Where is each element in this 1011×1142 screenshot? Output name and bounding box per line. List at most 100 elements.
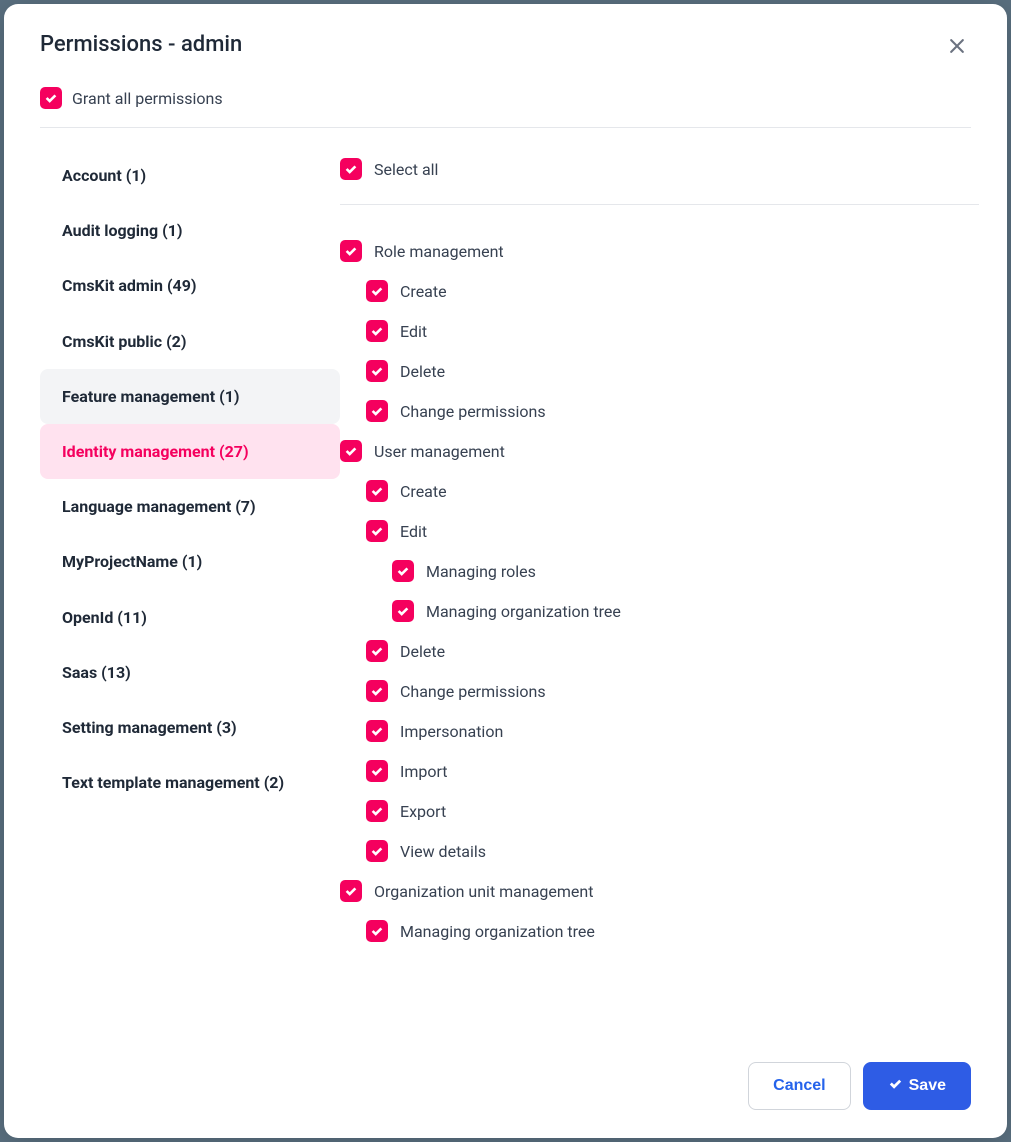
permission-label: Import xyxy=(400,762,448,781)
permission-label: Edit xyxy=(400,322,427,341)
check-icon xyxy=(888,1076,903,1096)
sidebar-item-label: Audit logging (1) xyxy=(62,221,183,240)
sidebar-item-label: MyProjectName (1) xyxy=(62,552,202,571)
permission-checkbox[interactable] xyxy=(366,480,388,502)
permission-checkbox[interactable] xyxy=(366,840,388,862)
sidebar-item-label: Text template management (2) xyxy=(62,773,284,792)
permission-row: Import xyxy=(366,751,979,791)
permission-row: Role management xyxy=(340,231,979,271)
permission-label: Delete xyxy=(400,642,445,661)
modal-title: Permissions - admin xyxy=(40,32,242,57)
permissions-content[interactable]: Select all Role management Create Edit Dele… xyxy=(340,148,979,948)
close-icon xyxy=(947,36,967,59)
permission-row: Delete xyxy=(366,631,979,671)
save-button-label: Save xyxy=(909,1077,946,1095)
permissions-sidebar: Account (1) Audit logging (1) CmsKit adm… xyxy=(40,148,340,1038)
permission-checkbox[interactable] xyxy=(366,760,388,782)
permission-label: User management xyxy=(374,442,505,461)
sidebar-item-audit-logging[interactable]: Audit logging (1) xyxy=(40,203,340,258)
permission-row: Change permissions xyxy=(366,391,979,431)
permission-row: Organization unit management xyxy=(340,871,979,911)
grant-all-row: Grant all permissions xyxy=(4,63,1007,127)
permission-checkbox[interactable] xyxy=(366,920,388,942)
sidebar-item-label: CmsKit admin (49) xyxy=(62,276,197,295)
permission-label: Create xyxy=(400,282,447,301)
sidebar-item-label: Identity management (27) xyxy=(62,442,249,461)
permission-row: Delete xyxy=(366,351,979,391)
modal-footer: Cancel Save xyxy=(4,1038,1007,1138)
permission-row: View details xyxy=(366,831,979,871)
select-all-row: Select all xyxy=(340,148,979,204)
permission-row: Edit xyxy=(366,311,979,351)
sidebar-item-cmskit-public[interactable]: CmsKit public (2) xyxy=(40,314,340,369)
permission-label: Delete xyxy=(400,362,445,381)
sidebar-item-feature-management[interactable]: Feature management (1) xyxy=(40,369,340,424)
permission-label: Managing organization tree xyxy=(426,602,621,621)
permission-checkbox[interactable] xyxy=(366,800,388,822)
sidebar-item-label: CmsKit public (2) xyxy=(62,332,186,351)
permission-label: Organization unit management xyxy=(374,882,593,901)
permission-checkbox[interactable] xyxy=(366,320,388,342)
permission-label: View details xyxy=(400,842,486,861)
sidebar-item-language-management[interactable]: Language management (7) xyxy=(40,479,340,534)
permission-checkbox[interactable] xyxy=(366,520,388,542)
save-button[interactable]: Save xyxy=(863,1062,971,1110)
sidebar-item-label: Setting management (3) xyxy=(62,718,237,737)
modal-body: Account (1) Audit logging (1) CmsKit adm… xyxy=(4,128,1007,1038)
permissions-modal: Permissions - admin Grant all permission… xyxy=(4,4,1007,1138)
sidebar-item-label: Feature management (1) xyxy=(62,387,240,406)
sidebar-item-account[interactable]: Account (1) xyxy=(40,148,340,203)
sidebar-item-label: Account (1) xyxy=(62,166,146,185)
sidebar-item-text-template-management[interactable]: Text template management (2) xyxy=(40,755,340,810)
permission-list: Role management Create Edit Delete Change pe… xyxy=(340,231,979,948)
permission-row: Create xyxy=(366,471,979,511)
sidebar-item-label: Language management (7) xyxy=(62,497,256,516)
permission-checkbox[interactable] xyxy=(366,400,388,422)
permission-label: Create xyxy=(400,482,447,501)
cancel-button-label: Cancel xyxy=(773,1077,825,1095)
permission-label: Change permissions xyxy=(400,682,546,701)
grant-all-label: Grant all permissions xyxy=(72,89,223,108)
select-all-label: Select all xyxy=(374,160,438,179)
permission-row: Create xyxy=(366,271,979,311)
permission-row: Edit xyxy=(366,511,979,551)
permission-label: Managing organization tree xyxy=(400,922,595,941)
permission-label: Change permissions xyxy=(400,402,546,421)
close-button[interactable] xyxy=(943,32,971,63)
sidebar-item-label: OpenId (11) xyxy=(62,608,147,627)
permission-row: Managing organization tree xyxy=(392,591,979,631)
content-divider xyxy=(340,204,979,205)
cancel-button[interactable]: Cancel xyxy=(748,1062,850,1110)
sidebar-item-saas[interactable]: Saas (13) xyxy=(40,645,340,700)
permission-checkbox[interactable] xyxy=(340,880,362,902)
permission-checkbox[interactable] xyxy=(340,440,362,462)
permission-checkbox[interactable] xyxy=(340,240,362,262)
permission-checkbox[interactable] xyxy=(366,640,388,662)
permission-row: Impersonation xyxy=(366,711,979,751)
sidebar-item-myprojectname[interactable]: MyProjectName (1) xyxy=(40,534,340,589)
permission-checkbox[interactable] xyxy=(392,600,414,622)
permission-checkbox[interactable] xyxy=(366,360,388,382)
sidebar-item-cmskit-admin[interactable]: CmsKit admin (49) xyxy=(40,258,340,313)
permission-label: Export xyxy=(400,802,446,821)
permission-label: Role management xyxy=(374,242,504,261)
permission-row: Change permissions xyxy=(366,671,979,711)
sidebar-item-label: Saas (13) xyxy=(62,663,131,682)
grant-all-checkbox[interactable] xyxy=(40,87,62,109)
permission-checkbox[interactable] xyxy=(392,560,414,582)
permission-label: Impersonation xyxy=(400,722,503,741)
permission-checkbox[interactable] xyxy=(366,680,388,702)
permission-row: Managing roles xyxy=(392,551,979,591)
select-all-checkbox[interactable] xyxy=(340,158,362,180)
permission-row: Managing organization tree xyxy=(366,911,979,948)
modal-header: Permissions - admin xyxy=(4,4,1007,63)
sidebar-item-openid[interactable]: OpenId (11) xyxy=(40,590,340,645)
permission-label: Managing roles xyxy=(426,562,536,581)
permission-row: Export xyxy=(366,791,979,831)
permission-checkbox[interactable] xyxy=(366,720,388,742)
permission-label: Edit xyxy=(400,522,427,541)
sidebar-item-setting-management[interactable]: Setting management (3) xyxy=(40,700,340,755)
permission-checkbox[interactable] xyxy=(366,280,388,302)
sidebar-item-identity-management[interactable]: Identity management (27) xyxy=(40,424,340,479)
permission-row: User management xyxy=(340,431,979,471)
